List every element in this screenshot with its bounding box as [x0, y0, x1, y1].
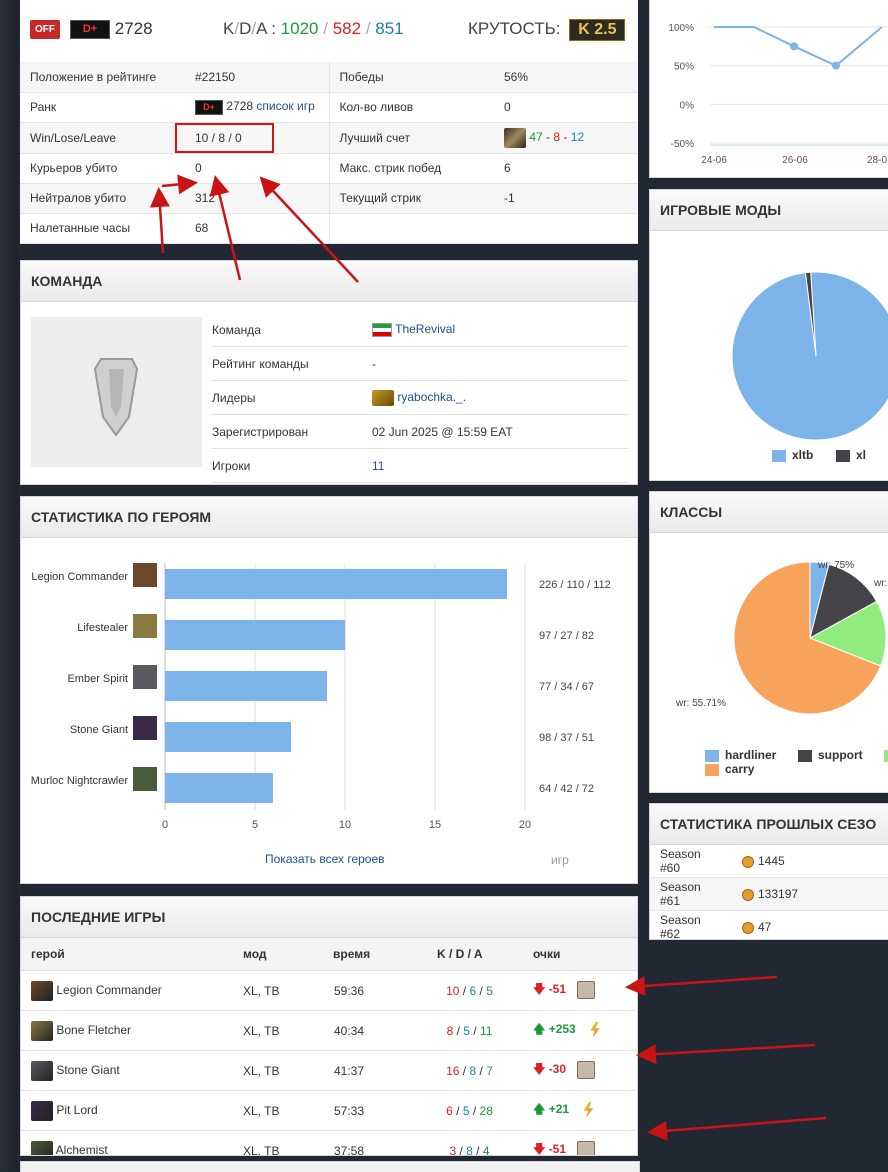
arrow-icon: [209, 175, 242, 281]
annotation-overlay: [150, 174, 827, 1141]
red-arrows: [150, 174, 827, 1141]
arrow-icon: [259, 176, 359, 283]
arrow-icon: [150, 187, 170, 254]
arrow-icon: [647, 1116, 827, 1141]
arrow-icon: [161, 174, 198, 195]
arrow-icon: [636, 1043, 816, 1065]
arrow-icon: [625, 975, 778, 996]
